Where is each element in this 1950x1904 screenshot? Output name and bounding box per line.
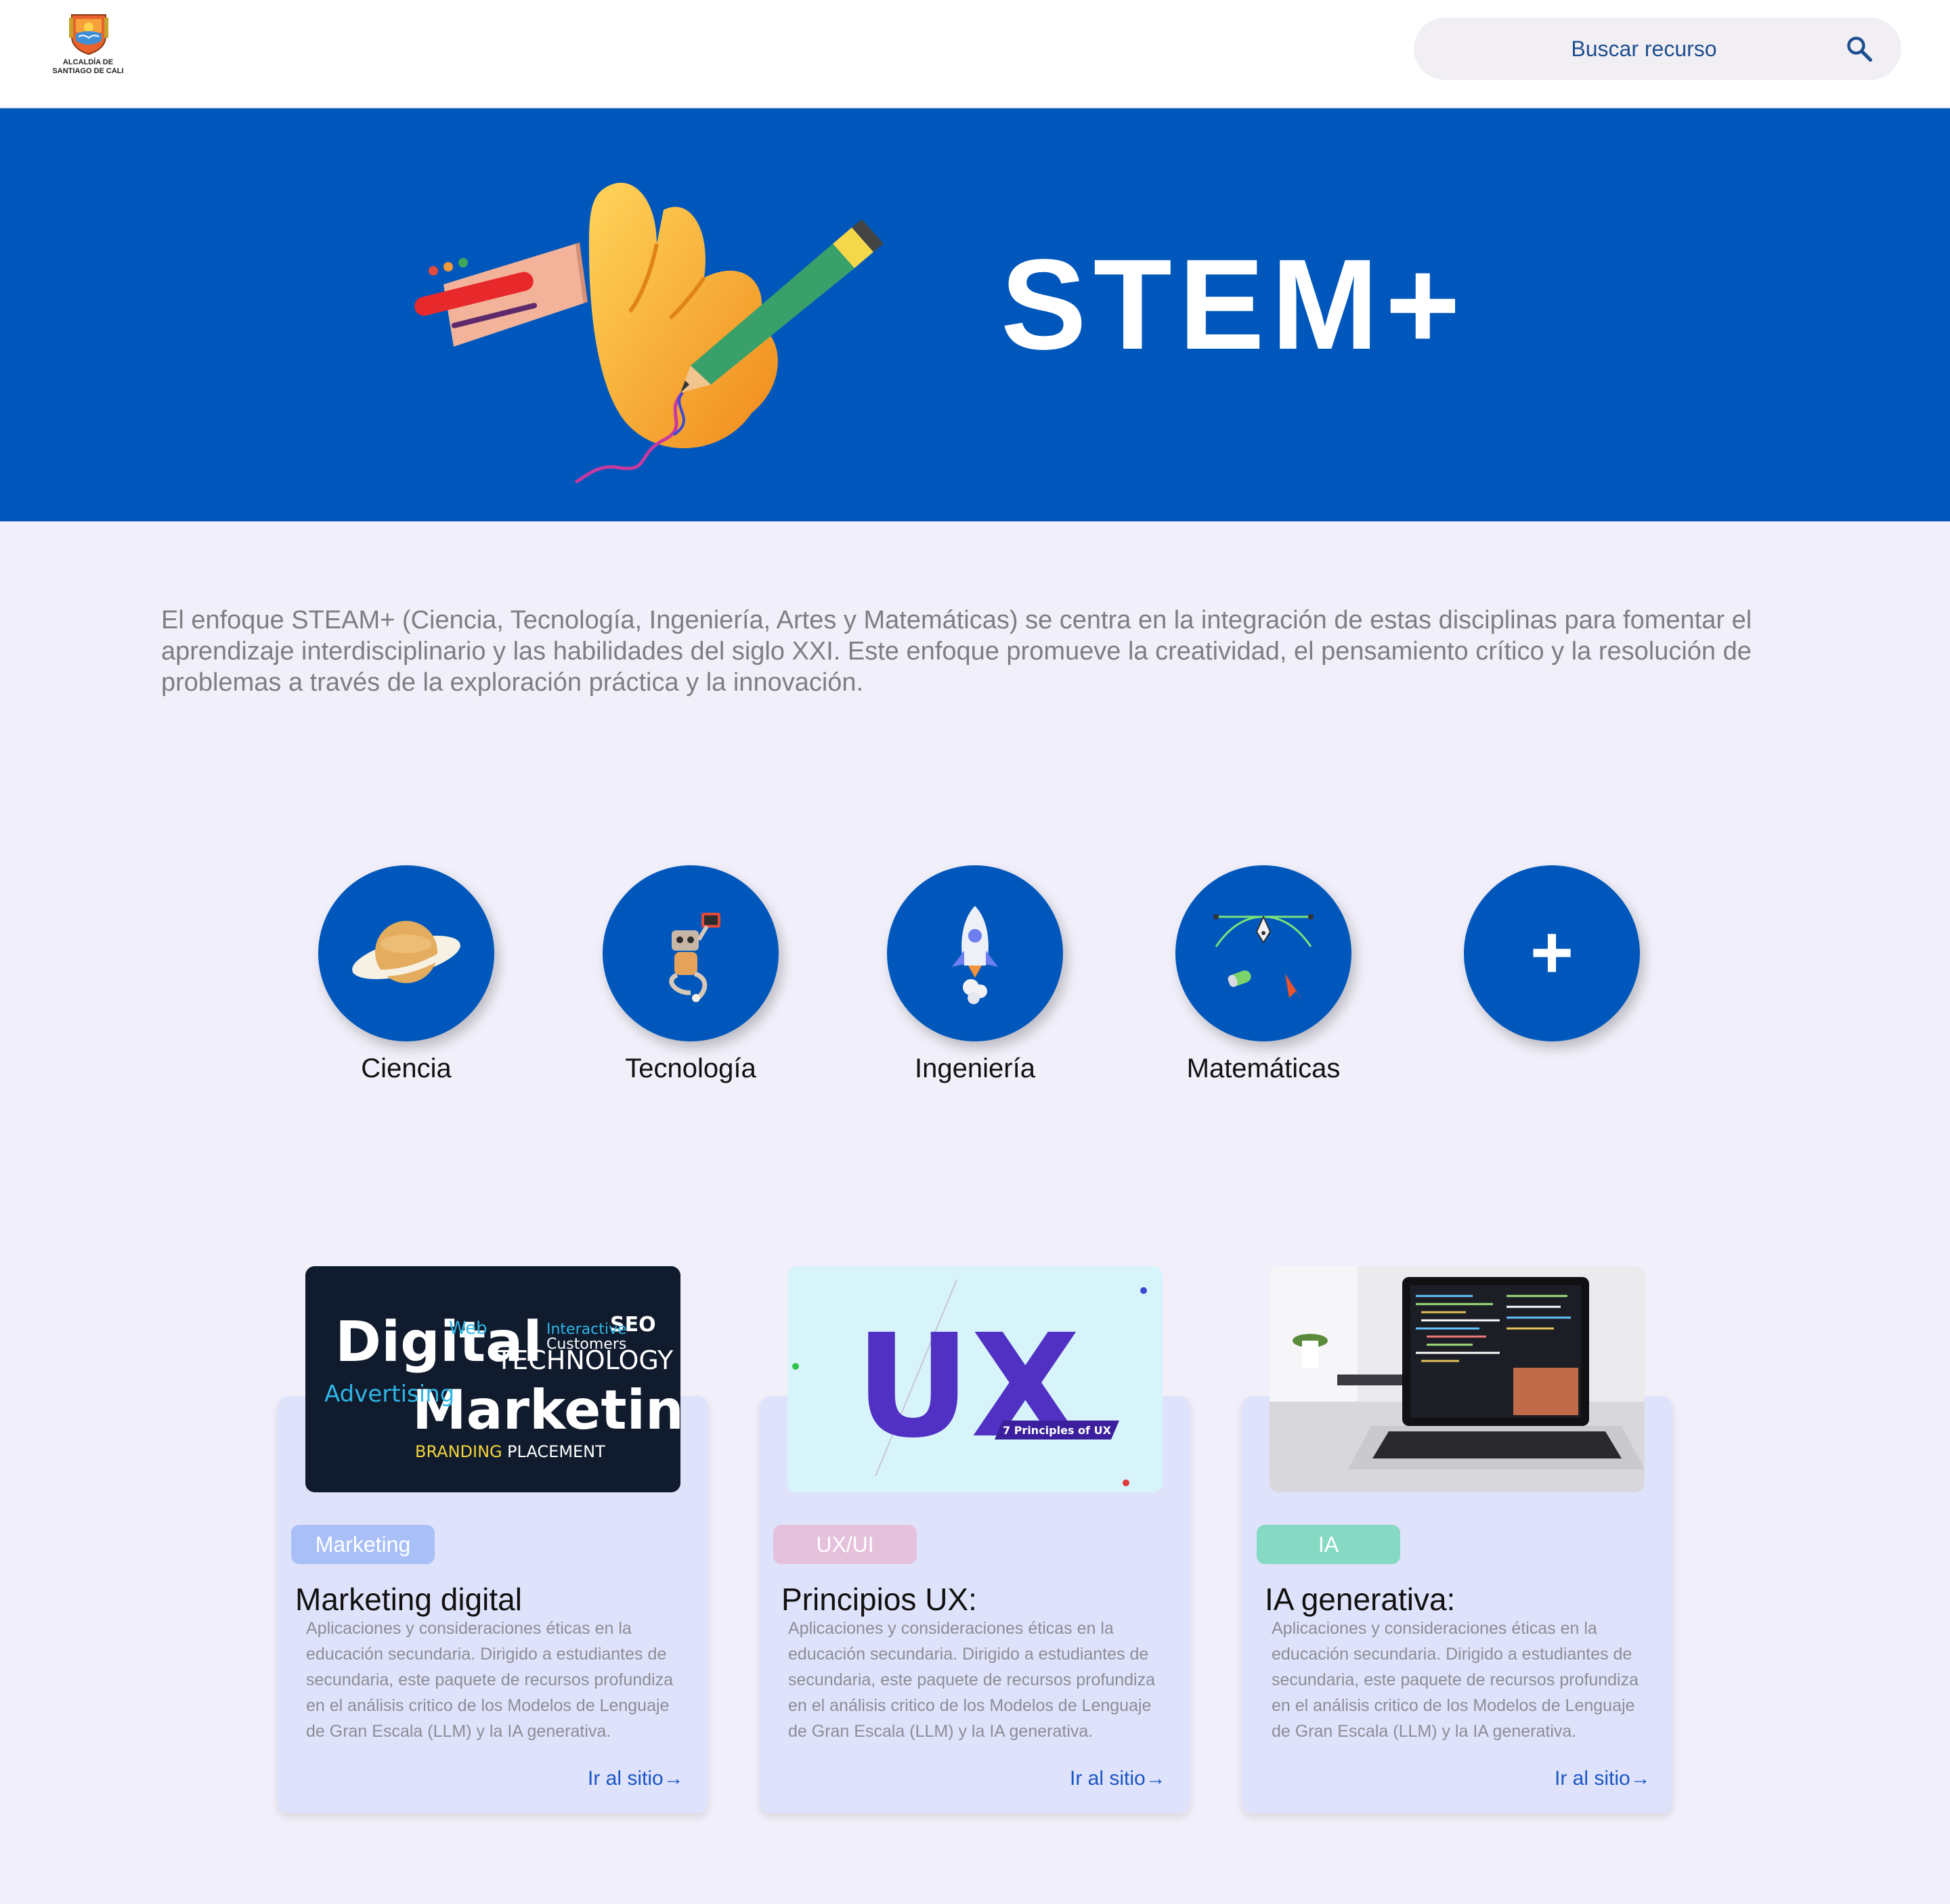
category-circle: + [1464,865,1640,1041]
wordcloud-word-branding: BRANDING [415,1442,502,1461]
category-circle [318,865,494,1041]
category-label: Matemáticas [1186,1054,1341,1083]
hand-writing-illustration [414,182,884,484]
tag-ux-ui[interactable]: UX/UI [773,1525,917,1564]
plus-icon: + [1530,911,1574,994]
card-title: Marketing digital [295,1582,522,1617]
card-title: Principios UX: [781,1582,977,1617]
go-to-site-link[interactable]: Ir al sitio→ [1555,1767,1651,1790]
laptop-photo [1270,1266,1645,1492]
card-image-ux: UX 7 Principles of UX [787,1266,1163,1492]
logo-line-2: SANTIAGO DE CALI [52,67,124,75]
logo-line-1: ALCALDÍA DE [62,58,114,66]
go-to-site-link[interactable]: Ir al sitio→ [1070,1767,1166,1790]
card-description: Aplicaciones y consideraciones éticas en… [788,1619,1156,1741]
hero-banner: STEM+ [0,108,1950,521]
category-label: Ingeniería [915,1054,1035,1083]
tag-ia[interactable]: IA [1257,1525,1400,1564]
search-box [1414,18,1901,80]
alcaldia-logo[interactable]: ALCALDÍA DE SANTIAGO DE CALI [43,14,133,84]
rocket-icon [952,906,998,1004]
logo-text: ALCALDÍA DE SANTIAGO DE CALI [43,58,133,76]
digital-marketing-wordcloud: Digital Marketing TECHNOLOGY Advertising… [305,1266,680,1492]
category-label: Tecnología [625,1054,756,1083]
ux-ribbon-text: 7 Principles of UX [1003,1424,1112,1437]
category-label: Ciencia [361,1054,452,1083]
card-description: Aplicaciones y consideraciones éticas en… [1272,1619,1639,1741]
pen-tool-icon [1213,914,1314,1001]
search-icon[interactable] [1844,34,1874,64]
search-input[interactable] [1454,18,1834,80]
card-image-marketing: Digital Marketing TECHNOLOGY Advertising… [305,1266,680,1492]
tag-marketing[interactable]: Marketing [291,1525,435,1564]
wordcloud-word-customers: Customers [546,1336,626,1353]
category-circle [1175,865,1351,1041]
planet-icon [352,921,460,983]
ux-big-letters: UX [855,1303,1080,1469]
wordcloud-word-web: Web [449,1318,488,1339]
ux-principles-graphic: UX 7 Principles of UX [787,1266,1163,1492]
intro-paragraph: El enfoque STEAM+ (Ciencia, Tecnología, … [161,606,1752,697]
hero-title: STEM+ [1001,233,1467,376]
robot-icon [669,913,720,1002]
card-shape [414,242,588,347]
coat-of-arms-icon [69,14,108,56]
wordcloud-word-placement: PLACEMENT [507,1442,605,1461]
go-to-site-link[interactable]: Ir al sitio→ [588,1767,684,1790]
category-circle [603,865,779,1041]
wordcloud-word-advertising: Advertising [324,1381,454,1408]
category-circle [887,865,1063,1041]
card-image-ia [1270,1266,1645,1492]
top-bar: ALCALDÍA DE SANTIAGO DE CALI [0,0,1950,108]
card-description: Aplicaciones y consideraciones éticas en… [306,1619,674,1741]
card-title: IA generativa: [1265,1582,1456,1617]
